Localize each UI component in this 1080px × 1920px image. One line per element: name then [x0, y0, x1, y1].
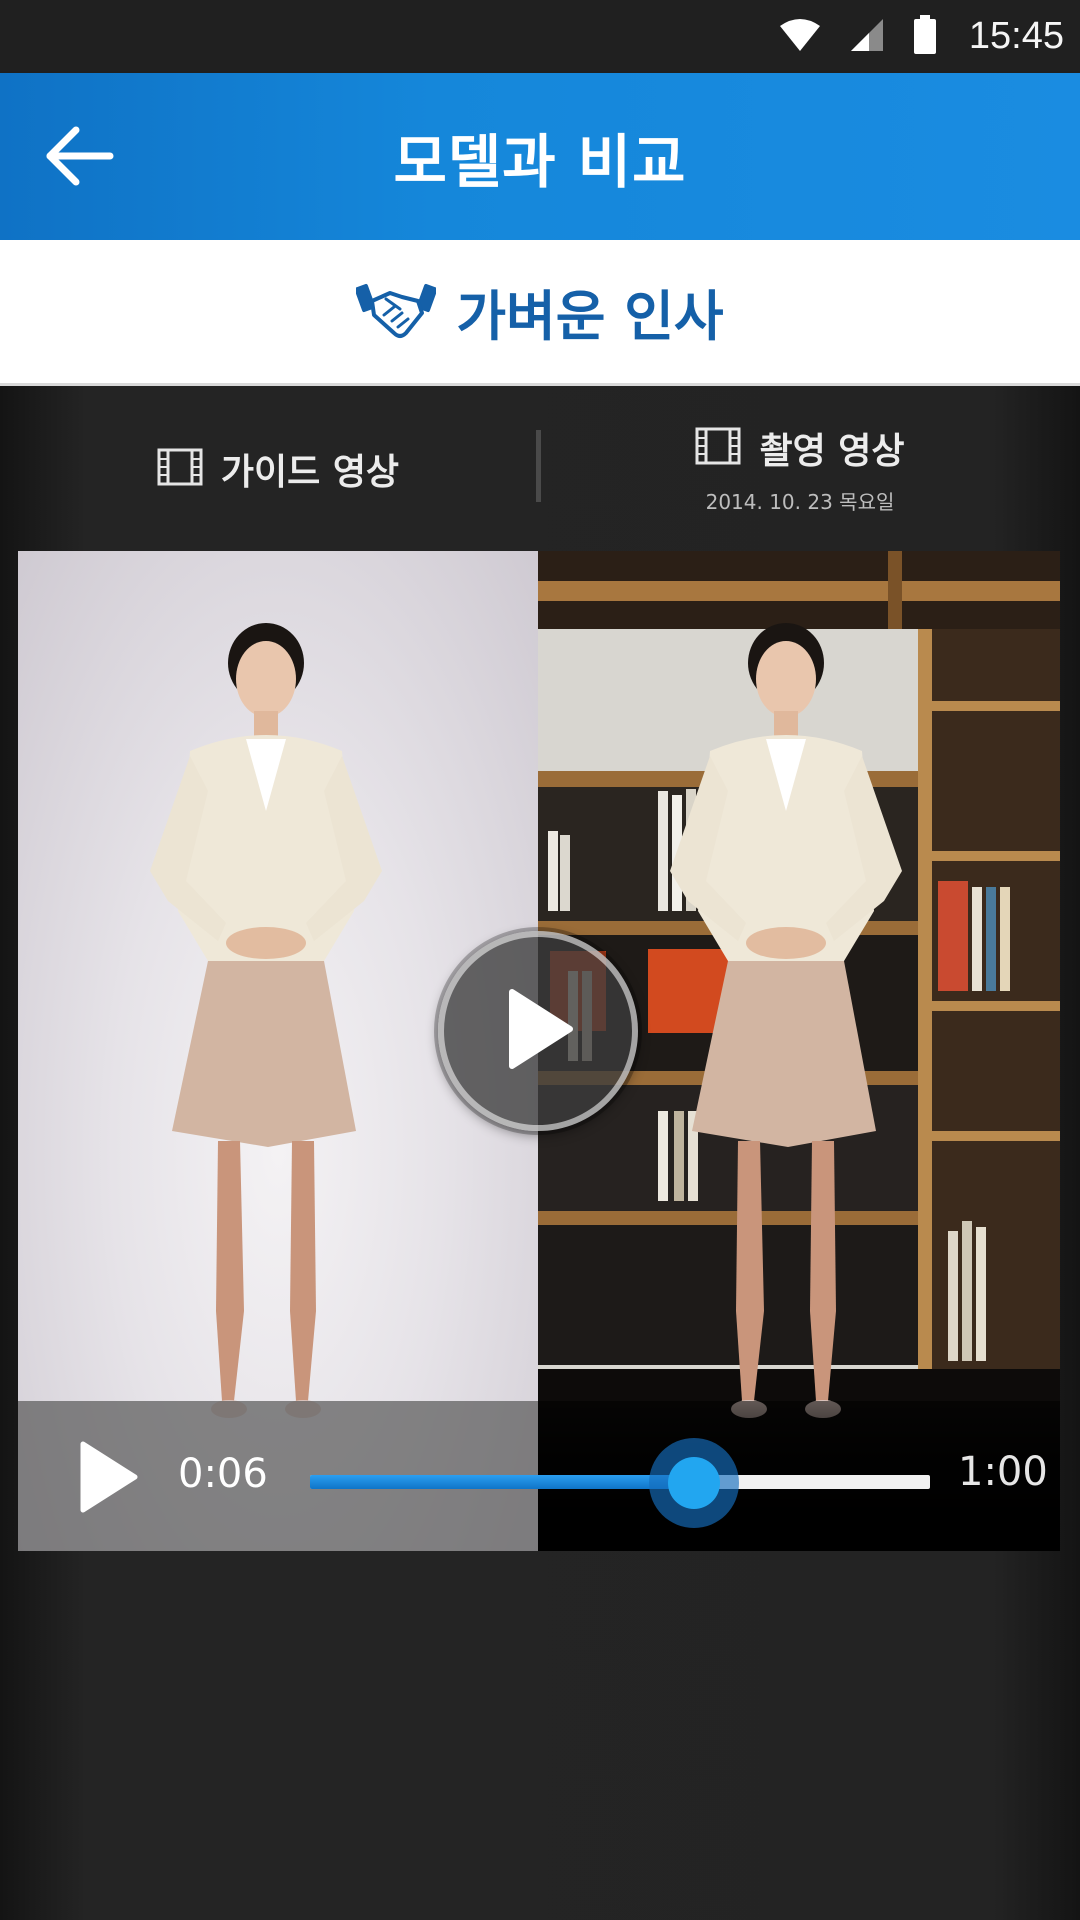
battery-icon: [913, 14, 937, 59]
video-tabs: 가이드 영상 촬영 영상 2014. 10. 23 목요일: [0, 386, 1080, 551]
total-time: 1:00: [958, 1449, 1048, 1495]
play-button[interactable]: [68, 1439, 148, 1519]
tab-recorded-video[interactable]: 촬영 영상 2014. 10. 23 목요일: [540, 386, 1060, 551]
play-icon: [73, 1438, 143, 1520]
seek-bar-progress: [310, 1475, 695, 1489]
subject-header: 가벼운 인사: [0, 240, 1080, 386]
tab-guide-label: 가이드 영상: [220, 451, 400, 493]
current-time: 0:06: [178, 1451, 268, 1497]
film-icon: [695, 427, 741, 469]
film-icon: [157, 448, 203, 490]
comparison-content: 가이드 영상 촬영 영상 2014. 10. 23 목요일 0:06 1:00: [0, 386, 1080, 1920]
status-bar: 15:45: [0, 0, 1080, 73]
tab-recorded-label: 촬영 영상: [759, 431, 905, 472]
tab-guide-video[interactable]: 가이드 영상: [18, 386, 538, 551]
arrow-left-icon: [46, 126, 114, 190]
handshake-icon: [354, 279, 438, 345]
page-title: 모델과 비교: [393, 127, 687, 196]
wifi-icon: [779, 18, 821, 56]
seek-thumb-core: [668, 1457, 721, 1509]
video-panel: 0:06 1:00: [18, 551, 1060, 1551]
back-button[interactable]: [30, 113, 130, 203]
app-bar: 모델과 비교: [0, 73, 1080, 240]
status-time: 15:45: [968, 15, 1064, 57]
recorded-date: 2014. 10. 23 목요일: [705, 490, 895, 514]
playback-controls: 0:06 1:00: [18, 1401, 1060, 1551]
play-both-button[interactable]: [438, 931, 638, 1131]
play-icon: [498, 984, 578, 1078]
status-icons: 15:45: [779, 0, 1064, 73]
subject-title: 가벼운 인사: [456, 285, 724, 348]
cell-signal-icon: [849, 17, 885, 57]
seek-bar[interactable]: [310, 1438, 930, 1528]
seek-thumb[interactable]: [649, 1438, 740, 1528]
